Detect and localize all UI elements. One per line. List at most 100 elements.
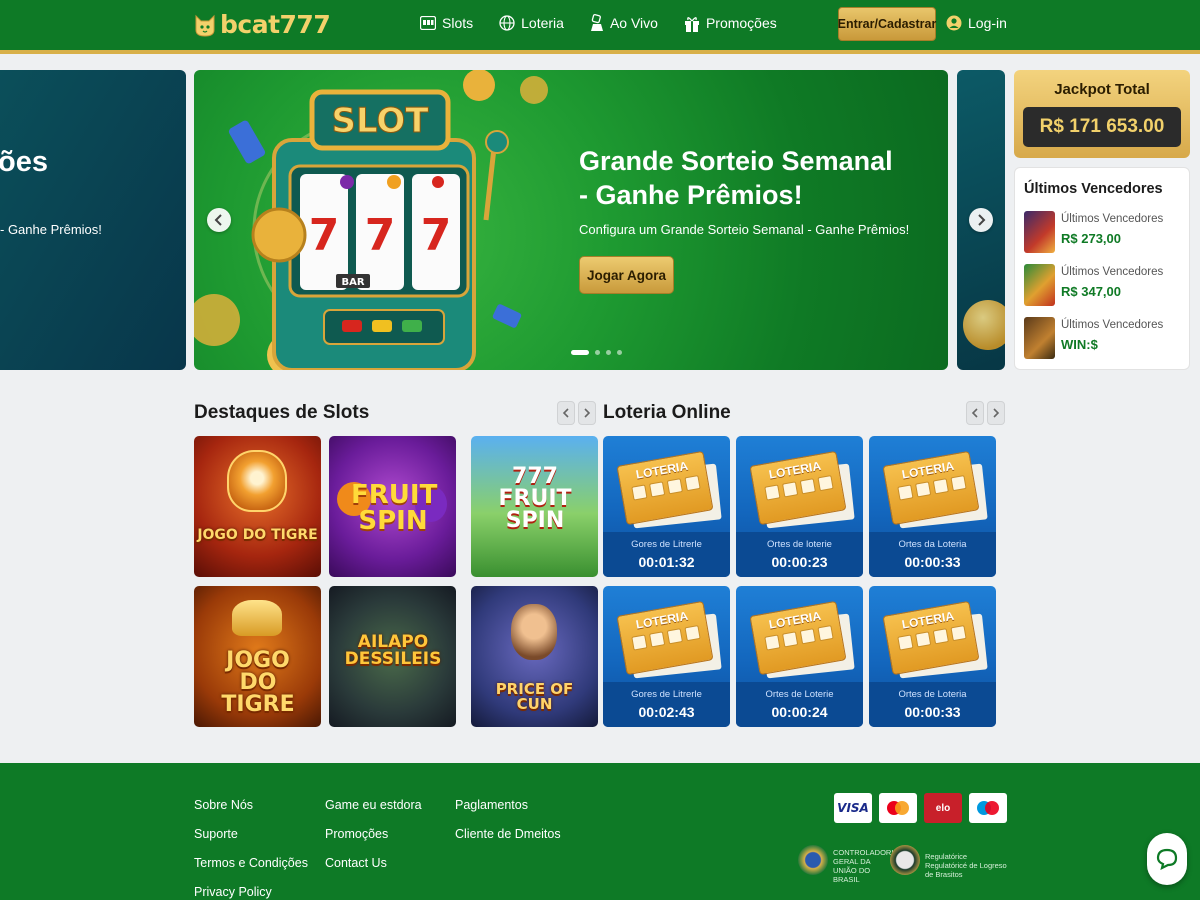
footer-link[interactable]: Suporte — [194, 827, 238, 841]
footer-link[interactable]: Game eu estdora — [325, 798, 422, 812]
slot-machine-illustration: SLOT 7 7 7 BAR — [194, 70, 548, 370]
visa-logo: VISA — [834, 793, 872, 823]
winner-game-thumbnail — [1024, 317, 1055, 359]
jackpot-panel: Jackpot Total R$ 171 653.00 — [1014, 70, 1190, 158]
regulator-seal-icon — [890, 845, 920, 875]
lottery-tile[interactable]: LOTERIA Ortes de loterie 00:00:23 — [736, 436, 863, 577]
slot-sign-text: SLOT — [331, 101, 429, 141]
maestro-icon — [977, 801, 999, 815]
footer-link[interactable]: Termos e Condições — [194, 856, 308, 870]
slot-game-tile[interactable]: FRUIT SPIN — [329, 436, 456, 577]
chevron-right-icon — [993, 408, 1000, 418]
chevron-right-icon — [584, 408, 591, 418]
nav-slots[interactable]: Slots — [420, 14, 473, 32]
footer-link[interactable]: Promoções — [325, 827, 388, 841]
lottery-countdown: 00:01:32 — [638, 554, 695, 570]
carousel-dot[interactable] — [571, 350, 589, 355]
svg-text:7: 7 — [365, 210, 396, 261]
logo[interactable]: bcat777 — [194, 10, 331, 39]
winner-label: Últimos Vencedores — [1061, 213, 1164, 225]
chevron-left-icon — [562, 408, 569, 418]
hero-title: Grande Sorteio Semanal - Ganhe Prêmios! — [579, 146, 893, 210]
lottery-caption: Ortes da Loteria — [898, 539, 967, 550]
slot-game-tile[interactable]: JOGO DO TIGRE — [194, 586, 321, 727]
hero-next-button[interactable] — [969, 208, 993, 232]
svg-text:BAR: BAR — [341, 277, 364, 288]
slot-game-title: PRICE OF CUN — [495, 680, 574, 713]
user-icon — [946, 15, 962, 31]
nav-slots-label: Slots — [442, 15, 474, 31]
register-button[interactable]: Entrar/Cadastrar — [838, 7, 936, 41]
slots-section-title: Destaques de Slots — [194, 402, 370, 423]
hero-prev-button[interactable] — [207, 208, 231, 232]
government-seal-icon — [798, 845, 828, 875]
carousel-dot[interactable] — [606, 350, 611, 355]
lottery-tile[interactable]: LOTERIA Gores de Litrerle 00:01:32 — [603, 436, 730, 577]
regulator-text: Regulatórice Regulatóricé de Logreso de … — [925, 852, 1007, 879]
mastercard-icon — [887, 801, 909, 815]
logo-text: bcat777 — [220, 10, 331, 39]
carousel-dot[interactable] — [617, 350, 622, 355]
slot-game-tile[interactable]: AILAPO DESSILEIS — [329, 586, 456, 727]
hero-banner: SLOT 7 7 7 BAR Grande Sorteio Semanal - … — [194, 70, 948, 370]
winner-item[interactable]: Últimos Vencedores WIN:$ — [1024, 317, 1184, 361]
lottery-tile[interactable]: LOTERIA Ortes da Loteria 00:00:33 — [869, 436, 996, 577]
winner-game-thumbnail — [1024, 211, 1055, 253]
lottery-prev-button[interactable] — [966, 401, 984, 425]
winner-amount: WIN:$ — [1061, 337, 1098, 352]
site-footer: Sobre Nós Suporte Termos e Condições Pri… — [0, 763, 1200, 900]
lottery-caption: Ortes de loterie — [767, 539, 832, 550]
slot-game-title: AILAPO DESSILEIS — [344, 632, 442, 669]
lottery-countdown: 00:00:23 — [771, 554, 828, 570]
lottery-countdown: 00:00:24 — [771, 704, 828, 720]
mastercard-logo — [879, 793, 917, 823]
slot-game-title: JOGO DO TIGRE — [221, 648, 295, 717]
tiger-icon — [227, 450, 287, 512]
elo-logo: elo — [924, 793, 962, 823]
maestro-logo — [969, 793, 1007, 823]
slot-game-tile[interactable]: PRICE OF CUN — [471, 586, 598, 727]
nav-loteria[interactable]: Loteria — [499, 14, 564, 32]
live-chat-button[interactable] — [1147, 833, 1187, 885]
slots-prev-button[interactable] — [557, 401, 575, 425]
svg-text:7: 7 — [309, 210, 340, 261]
regulator-text: CONTROLADORIA GERAL DA UNIÃO DO BRASIL — [833, 848, 899, 884]
slots-next-button[interactable] — [578, 401, 596, 425]
lottery-tile[interactable]: LOTERIA Ortes de Loterie 00:00:24 — [736, 586, 863, 727]
winner-item[interactable]: Últimos Vencedores R$ 347,00 — [1024, 264, 1184, 308]
lottery-tile[interactable]: LOTERIA Gores de Litrerle 00:02:43 — [603, 586, 730, 727]
footer-link[interactable]: Contact Us — [325, 856, 387, 870]
login-link[interactable]: Log-in — [946, 15, 1007, 31]
gold-ingot-icon — [232, 600, 282, 636]
lottery-next-button[interactable] — [987, 401, 1005, 425]
slot-game-tile[interactable]: 777 FRUIT SPIN — [471, 436, 598, 577]
footer-link[interactable]: Sobre Nós — [194, 798, 253, 812]
chevron-left-icon — [971, 408, 978, 418]
lottery-tile[interactable]: LOTERIA Ortes de Loteria 00:00:33 — [869, 586, 996, 727]
previous-slide-peek[interactable]: ões - Ganhe Prêmios! — [0, 70, 186, 370]
footer-link[interactable]: Paglamentos — [455, 798, 528, 812]
nav-promocoes-label: Promoções — [705, 15, 777, 31]
carousel-dot[interactable] — [595, 350, 600, 355]
jackpot-value: R$ 171 653.00 — [1023, 107, 1181, 147]
nav-promocoes[interactable]: Promoções — [684, 14, 777, 32]
footer-link[interactable]: Privacy Policy — [194, 885, 272, 899]
slot-machine-icon — [420, 16, 436, 30]
lottery-countdown: 00:02:43 — [638, 704, 695, 720]
nav-ao-vivo[interactable]: Ao Vivo — [590, 14, 658, 32]
globe-icon — [499, 15, 515, 31]
cat-logo-icon — [195, 14, 215, 37]
play-now-button[interactable]: Jogar Agora — [579, 256, 674, 294]
nav-loteria-label: Loteria — [521, 15, 564, 31]
winner-item[interactable]: Últimos Vencedores R$ 273,00 — [1024, 211, 1184, 255]
chevron-left-icon — [214, 214, 222, 226]
recent-winners-panel: Últimos Vencedores Últimos Vencedores R$… — [1014, 167, 1190, 370]
top-header: bcat777 Slots Loteria Ao Vivo Promoções … — [0, 0, 1200, 54]
lottery-countdown: 00:00:33 — [904, 554, 961, 570]
nav-ao-vivo-label: Ao Vivo — [609, 15, 658, 31]
chevron-right-icon — [978, 214, 986, 226]
adventurer-portrait-icon — [511, 604, 557, 660]
footer-link[interactable]: Cliente de Dmeitos — [455, 827, 561, 841]
prev-slide-subtitle: - Ganhe Prêmios! — [0, 222, 102, 237]
slot-game-tile[interactable]: JOGO DO TIGRE — [194, 436, 321, 577]
